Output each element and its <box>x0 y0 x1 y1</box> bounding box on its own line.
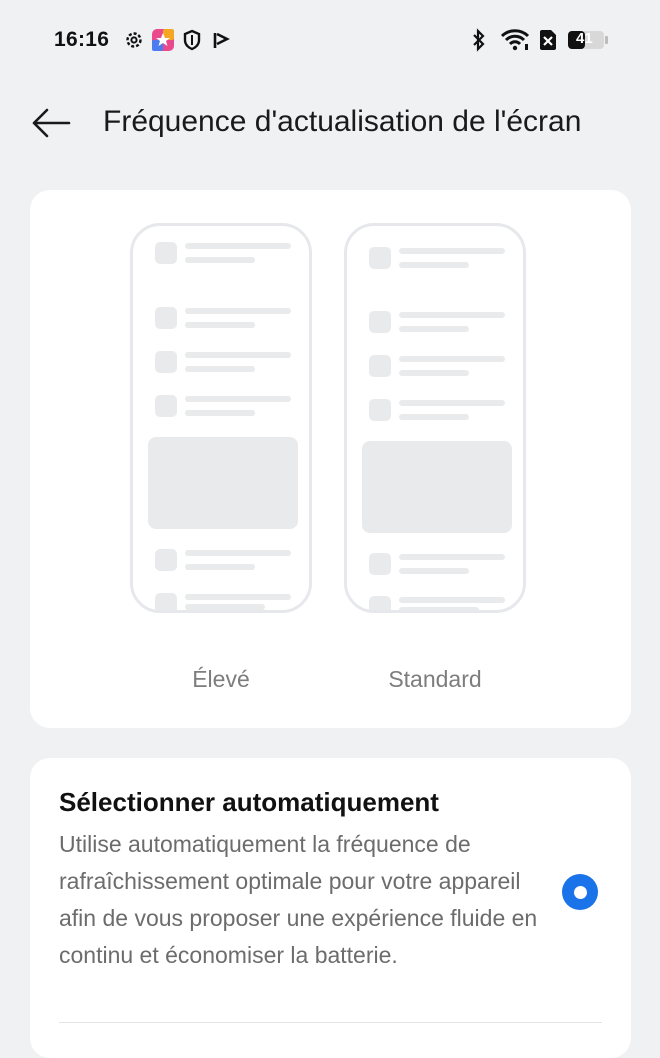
back-button[interactable] <box>28 100 74 146</box>
page-title: Fréquence d'actualisation de l'écran <box>103 105 582 138</box>
battery-level-text: 41 <box>576 30 593 47</box>
auto-select-description: Utilise automatiquement la fréquence de … <box>59 831 538 968</box>
battery-icon: 41 <box>567 29 609 51</box>
auto-select-radio[interactable] <box>562 874 598 910</box>
settings-gear-icon <box>123 29 145 51</box>
mode-label-standard[interactable]: Standard <box>344 666 526 693</box>
no-sim-icon <box>537 29 559 51</box>
divider <box>59 1022 602 1023</box>
status-time: 16:16 <box>54 28 110 51</box>
wifi-icon <box>499 29 531 51</box>
app-star-icon <box>152 29 174 51</box>
auto-select-option-card[interactable]: Sélectionner automatiquement Utilise aut… <box>30 758 631 1058</box>
standard-refresh-preview[interactable] <box>344 223 526 613</box>
auto-select-title: Sélectionner automatiquement <box>59 787 439 817</box>
status-bar: 16:16 41 <box>0 0 660 80</box>
radio-selected-dot <box>573 885 587 899</box>
bluetooth-icon <box>468 28 490 52</box>
high-refresh-preview[interactable] <box>130 223 312 613</box>
play-flag-icon <box>210 29 232 51</box>
shield-icon <box>181 29 203 51</box>
refresh-rate-preview-card: Élevé Standard <box>30 190 631 728</box>
arrow-left-icon <box>32 108 71 138</box>
app-bar: Fréquence d'actualisation de l'écran <box>0 88 660 158</box>
mode-label-high[interactable]: Élevé <box>130 666 312 693</box>
